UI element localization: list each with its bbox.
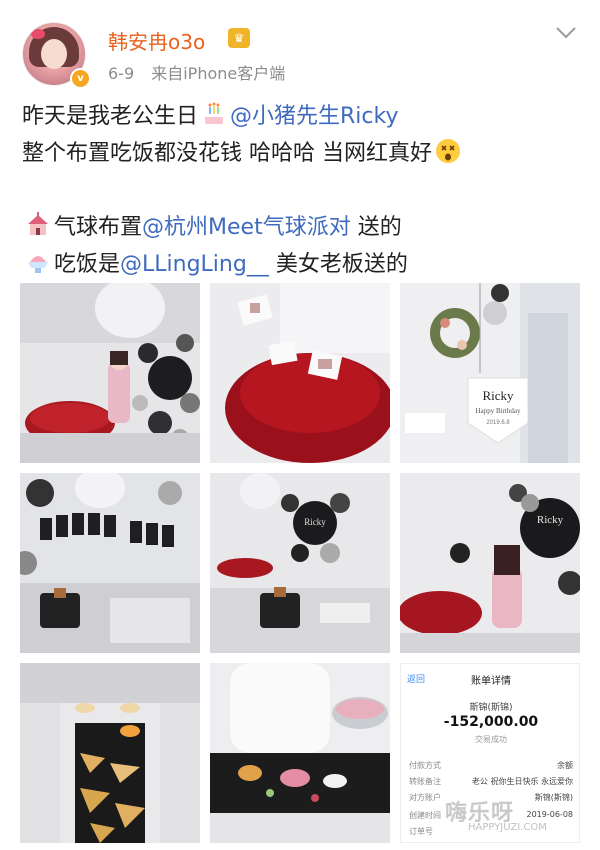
- photo-1[interactable]: [20, 283, 200, 463]
- sign-date: 2019.6.8: [486, 420, 510, 426]
- mention-ricky[interactable]: @小猪先生Ricky: [230, 104, 398, 129]
- shaved-ice-icon: [28, 256, 48, 273]
- post-meta: 6-9 来自iPhone客户端: [108, 60, 285, 84]
- post-line-1: 昨天是我老公生日 @小猪先生Ricky: [22, 98, 399, 135]
- dizzy-face-icon: [436, 139, 460, 163]
- receipt-row: 转账备注 老公 祝你生日快乐 永远爱你: [409, 777, 573, 786]
- post-text-4: 吃饭是: [54, 252, 121, 277]
- mention-lingling[interactable]: @LLingLing__: [120, 252, 269, 277]
- post-date: 6-9: [108, 64, 135, 83]
- post-line-4: 吃饭是@LLingLing__ 美女老板送的: [22, 246, 408, 283]
- receipt-row: 付款方式 余额: [409, 761, 573, 770]
- watermark-url: HAPPYJUZI.COM: [468, 822, 547, 833]
- post-text-2: 整个布置吃饭都没花钱 哈哈哈 当网红真好: [22, 141, 432, 166]
- photo-5[interactable]: Ricky: [210, 473, 390, 653]
- receipt-merchant: 斯锦(斯锦): [469, 703, 513, 713]
- post-line-3: 气球布置@杭州Meet气球派对 送的: [22, 209, 402, 246]
- post-header: v 韩安冉o3o ♛ 6-9 来自iPhone客户端: [0, 0, 600, 92]
- username[interactable]: 韩安冉o3o: [108, 26, 205, 55]
- photo-7[interactable]: [20, 663, 200, 843]
- photo-grid: Ricky Happy Birthday 2019.6.8 Ricky Rick…: [20, 283, 580, 843]
- sign-sub-1: Happy Birthday: [476, 407, 521, 415]
- photo-4[interactable]: [20, 473, 200, 653]
- sign-name-1: Ricky: [482, 388, 514, 403]
- photo-8[interactable]: [210, 663, 390, 843]
- mention-balloon-party[interactable]: @杭州Meet气球派对: [142, 215, 351, 240]
- receipt-title: 账单详情: [471, 676, 511, 687]
- verified-badge-icon: v: [70, 68, 91, 89]
- post-text-1: 昨天是我老公生日: [22, 104, 199, 129]
- post-text-4-suffix: 美女老板送的: [268, 252, 408, 277]
- vip-crown-icon: ♛: [228, 28, 250, 48]
- post-source: 来自iPhone客户端: [151, 64, 286, 83]
- birthday-cake-icon: [205, 102, 224, 124]
- photo-3[interactable]: Ricky Happy Birthday 2019.6.8: [400, 283, 580, 463]
- receipt-status: 交易成功: [475, 735, 507, 744]
- sign-name-3: Ricky: [537, 514, 564, 526]
- photo-6[interactable]: Ricky: [400, 473, 580, 653]
- post-text-3-suffix: 送的: [350, 215, 402, 240]
- post-line-2: 整个布置吃饭都没花钱 哈哈哈 当网红真好: [22, 135, 464, 172]
- chevron-down-icon[interactable]: [555, 26, 577, 40]
- wedding-chapel-icon: [28, 212, 48, 235]
- post-text-3: 气球布置: [54, 215, 143, 240]
- sign-name-2: Ricky: [304, 517, 326, 527]
- photo-2[interactable]: [210, 283, 390, 463]
- receipt-amount: -152,000.00: [443, 714, 539, 730]
